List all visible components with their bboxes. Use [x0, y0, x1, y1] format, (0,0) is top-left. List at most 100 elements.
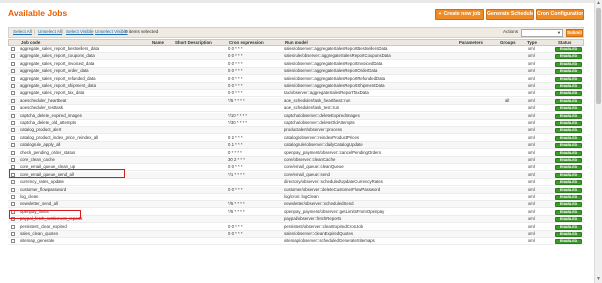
row-checkbox[interactable]	[11, 224, 15, 229]
type-cell: xml	[528, 46, 535, 51]
row-checkbox[interactable]	[11, 158, 15, 162]
table-row[interactable]: aoescheduler_heartbeat */5 * * * * aoe_sch…	[8, 97, 584, 105]
row-checkbox[interactable]	[11, 106, 15, 111]
row-checkbox[interactable]	[11, 187, 15, 192]
row-checkbox[interactable]	[11, 128, 15, 133]
table-row[interactable]: aoescheduler_testtask aoe_scheduler/task_…	[8, 105, 584, 113]
create-new-job-button[interactable]: + Create new job	[435, 9, 484, 20]
table-row[interactable]: captcha_delete_expired_images */10 * * * …	[8, 112, 584, 120]
row-checkbox[interactable]	[11, 232, 15, 236]
massaction-toolbar: Select All | Unselect All | Select Visib…	[8, 27, 584, 38]
run-model-cell: sales/observer::aggregateSalesReportInvo…	[284, 60, 383, 66]
table-row[interactable]: check_pending_order_status 0 * * * * openp…	[8, 149, 584, 157]
row-checkbox[interactable]	[11, 47, 15, 51]
row-checkbox[interactable]	[11, 61, 15, 66]
type-cell: xml	[528, 223, 535, 229]
separator: |	[34, 29, 36, 34]
table-row[interactable]: persistent_clear_expired 0 0 * * * persist…	[8, 223, 584, 231]
status-badge: ENABLED	[555, 239, 582, 245]
arrow-up-icon[interactable]: ▲	[596, 1, 601, 6]
table-row[interactable]: sales_clean_quotes 0 0 * * * sales/observe…	[8, 231, 584, 238]
table-row[interactable]: aggregate_sales_report_shipment_data 0 0 …	[8, 83, 584, 90]
submit-button[interactable]: Submit	[566, 29, 583, 37]
type-cell: xml	[528, 60, 535, 66]
status-badge: ENABLED	[555, 135, 582, 141]
table-row[interactable]: customer_flowpassword 0 0 * * * customer/o…	[8, 186, 584, 194]
row-checkbox[interactable]	[11, 150, 15, 155]
table-row[interactable]: aggregate_sales_report_coupons_data 0 0 *…	[8, 53, 584, 61]
status-badge: ENABLED	[555, 54, 582, 60]
row-checkbox[interactable]	[11, 121, 15, 125]
row-checkbox[interactable]	[11, 98, 15, 103]
row-checkbox[interactable]	[11, 69, 15, 74]
status-badge: ENABLED	[555, 47, 582, 52]
table-row[interactable]: captcha_delete_old_attempts */30 * * * * c…	[8, 120, 584, 127]
table-row[interactable]: log_clean log/cron::logClean xml ENABLED	[8, 194, 584, 201]
page-header: Available Jobs + Create new job Generate …	[0, 5, 594, 23]
unselect-all-link[interactable]: Unselect All	[38, 29, 62, 34]
status-badge: ENABLED	[555, 84, 582, 89]
separator: |	[91, 29, 93, 34]
table-row[interactable]: aggregate_sales_report_order_data 0 0 * *…	[8, 68, 584, 76]
row-checkbox[interactable]	[11, 195, 15, 199]
row-checkbox[interactable]	[11, 202, 15, 207]
separator: |	[121, 29, 123, 34]
highlight-box	[9, 169, 125, 178]
items-selected-count: 0 items selected	[125, 29, 159, 34]
row-checkbox[interactable]	[11, 91, 15, 96]
run-model-cell: directory/observer::scheduledUpdateCurre…	[284, 179, 383, 185]
table-row[interactable]: aggregate_sales_report_invoiced_data 0 0 …	[8, 60, 584, 68]
job-code-cell: aoescheduler_testtask	[20, 105, 63, 111]
run-model-cell: sales/observer::aggregateSalesReportShip…	[284, 83, 385, 88]
job-code-cell: customer_flowpassword	[20, 186, 67, 192]
cron-expression-cell: */5 * * * *	[228, 97, 245, 103]
arrow-down-icon[interactable]: ▼	[596, 277, 601, 282]
table-row[interactable]: currency_rates_update directory/observer:…	[8, 179, 584, 187]
table-row[interactable]: aggregate_sales_report_refunded_data 0 0 …	[8, 75, 584, 83]
table-row[interactable]: openpay_limits */5 * * * * openpay_payment…	[8, 208, 584, 216]
vertical-scrollbar[interactable]: ▲ ▼	[594, 0, 602, 283]
row-checkbox[interactable]	[11, 135, 15, 140]
status-badge: ENABLED	[555, 106, 582, 112]
cron-configuration-button[interactable]: Cron Configuration	[536, 9, 584, 20]
table-row[interactable]: paypal_fetch_settlement_reports paypal/ob…	[8, 216, 584, 224]
run-model-cell: core/observer::cleanCache	[284, 157, 336, 162]
table-row[interactable]: sitemap_generate sitemap/observer::schedu…	[8, 238, 584, 246]
job-code-cell: aggregate_sales_report_shipment_data	[20, 83, 96, 88]
table-row[interactable]: catalog_product_index_price_reindex_all 0…	[8, 134, 584, 142]
generate-schedule-button[interactable]: Generate Schedule	[486, 9, 534, 20]
cron-expression-cell: 0 0 * * *	[228, 60, 243, 66]
status-badge: ENABLED	[555, 69, 582, 75]
status-badge: ENABLED	[555, 143, 582, 149]
status-badge: ENABLED	[555, 165, 582, 171]
status-badge: ENABLED	[555, 217, 582, 223]
table-row[interactable]: aggregate_sales_report_bestsellers_data 0…	[8, 46, 584, 53]
plus-icon: +	[438, 11, 442, 17]
row-checkbox[interactable]	[11, 113, 15, 118]
type-cell: xml	[528, 134, 535, 140]
table-row[interactable]: newsletter_send_all */5 * * * * newsletter…	[8, 201, 584, 209]
type-cell: xml	[528, 142, 535, 148]
job-code-cell: sales_clean_quotes	[20, 231, 58, 236]
select-all-link[interactable]: Select All	[13, 29, 32, 34]
job-code-cell: sitemap_generate	[20, 238, 55, 244]
scrollbar-thumb[interactable]	[596, 8, 601, 104]
select-visible-link[interactable]: Select Visible	[66, 29, 94, 34]
table-row[interactable]: catalog_product_alert productalert/observ…	[8, 127, 584, 135]
type-cell: xml	[528, 179, 535, 185]
row-checkbox[interactable]	[11, 54, 15, 59]
row-checkbox[interactable]	[11, 84, 15, 88]
row-checkbox[interactable]	[11, 76, 15, 81]
actions-select[interactable]: ▼	[521, 29, 563, 37]
table-row[interactable]: aggregate_sales_report_tax_data 0 0 * * *…	[8, 90, 584, 98]
table-row[interactable]: core_clean_cache 30 2 * * * core/observer:…	[8, 157, 584, 164]
cron-expression-cell: 0 * * * *	[228, 149, 242, 155]
row-checkbox[interactable]	[11, 180, 15, 185]
row-checkbox[interactable]	[11, 239, 15, 244]
table-row[interactable]: catalogrule_apply_all 0 1 * * * catalogrul…	[8, 142, 584, 150]
row-checkbox[interactable]	[11, 143, 15, 148]
job-code-cell: captcha_delete_expired_images	[20, 112, 82, 118]
status-badge: ENABLED	[555, 202, 582, 208]
unselect-visible-link[interactable]: Unselect Visible	[95, 29, 128, 34]
run-model-cell: sales/observer::aggregateSalesReportOrde…	[284, 68, 378, 74]
